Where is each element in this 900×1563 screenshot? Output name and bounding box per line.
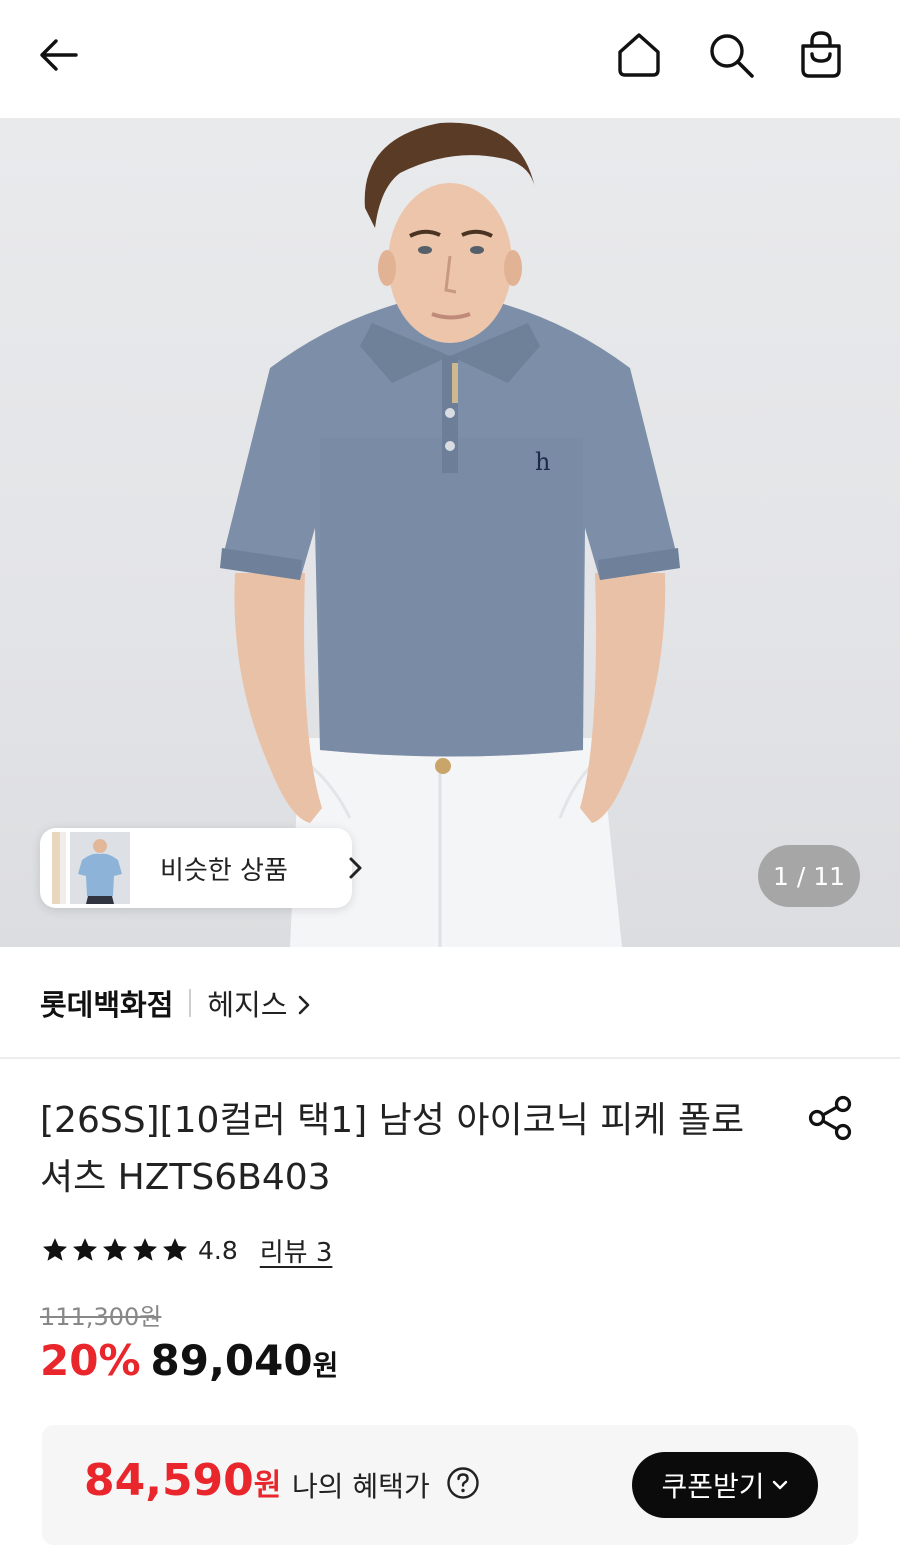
home-icon — [618, 33, 660, 77]
home-button[interactable] — [610, 26, 668, 84]
store-name: 롯데백화점 — [40, 988, 174, 1022]
product-image-gallery[interactable]: h 비슷한 상품 1 / 11 — [0, 118, 900, 947]
product-photo: h — [220, 122, 680, 947]
discount-rate: 20% — [40, 1336, 141, 1385]
star-icon — [163, 1238, 187, 1261]
question-circle-icon[interactable] — [446, 1466, 480, 1500]
shopping-bag-button[interactable] — [792, 26, 850, 84]
coupon-button-label: 쿠폰받기 — [661, 1470, 765, 1503]
brand-link[interactable]: 헤지스 — [207, 982, 287, 1024]
star-icon — [103, 1238, 127, 1261]
chevron-down-icon — [772, 1480, 787, 1490]
coupon-download-button[interactable]: 쿠폰받기 — [632, 1452, 818, 1518]
arrow-left-icon — [40, 39, 78, 71]
rating-value: 4.8 — [198, 1235, 238, 1265]
section-divider — [0, 1057, 900, 1059]
similar-products-button[interactable]: 비슷한 상품 — [40, 828, 362, 908]
shopping-bag-icon — [801, 31, 841, 78]
rating-stars — [40, 1235, 190, 1265]
similar-product-thumbnail — [52, 832, 130, 904]
chevron-right-icon[interactable] — [297, 994, 311, 1016]
sale-price: 89,040 — [150, 1336, 313, 1385]
star-icon — [133, 1238, 157, 1261]
svg-text:h: h — [535, 448, 550, 476]
rating-row: 4.8 리뷰 3 — [40, 1230, 332, 1270]
top-navigation-bar — [0, 0, 900, 118]
similar-products-label: 비슷한 상품 — [160, 856, 288, 886]
review-link[interactable]: 리뷰 3 — [260, 1232, 333, 1269]
image-counter-badge: 1 / 11 — [758, 845, 860, 907]
back-button[interactable] — [30, 26, 88, 84]
store-brand-row: 롯데백화점 헤지스 — [40, 980, 311, 1026]
benefit-price-unit: 원 — [253, 1468, 282, 1503]
store-brand-separator — [189, 989, 192, 1017]
share-icon — [808, 1095, 852, 1141]
image-counter-text: 1 / 11 — [772, 861, 846, 891]
my-benefit-price-box: 84,590원 나의 혜택가 쿠폰받기 — [42, 1425, 858, 1545]
star-icon — [73, 1238, 97, 1261]
search-icon — [710, 34, 754, 78]
original-price: 111,300원 — [40, 1303, 162, 1331]
price-row: 20% 89,040 원 — [40, 1336, 338, 1392]
benefit-price: 84,590원 — [84, 1455, 281, 1506]
benefit-label: 나의 혜택가 — [292, 1470, 430, 1503]
sale-price-unit: 원 — [312, 1349, 339, 1382]
share-button[interactable] — [802, 1090, 858, 1146]
search-button[interactable] — [702, 26, 760, 84]
star-icon — [43, 1238, 67, 1261]
product-title: [26SS][10컬러 택1] 남성 아이코닉 피케 폴로셔츠 HZTS6B40… — [40, 1100, 745, 1198]
chevron-right-icon — [349, 857, 362, 879]
benefit-price-value: 84,590 — [84, 1455, 254, 1506]
